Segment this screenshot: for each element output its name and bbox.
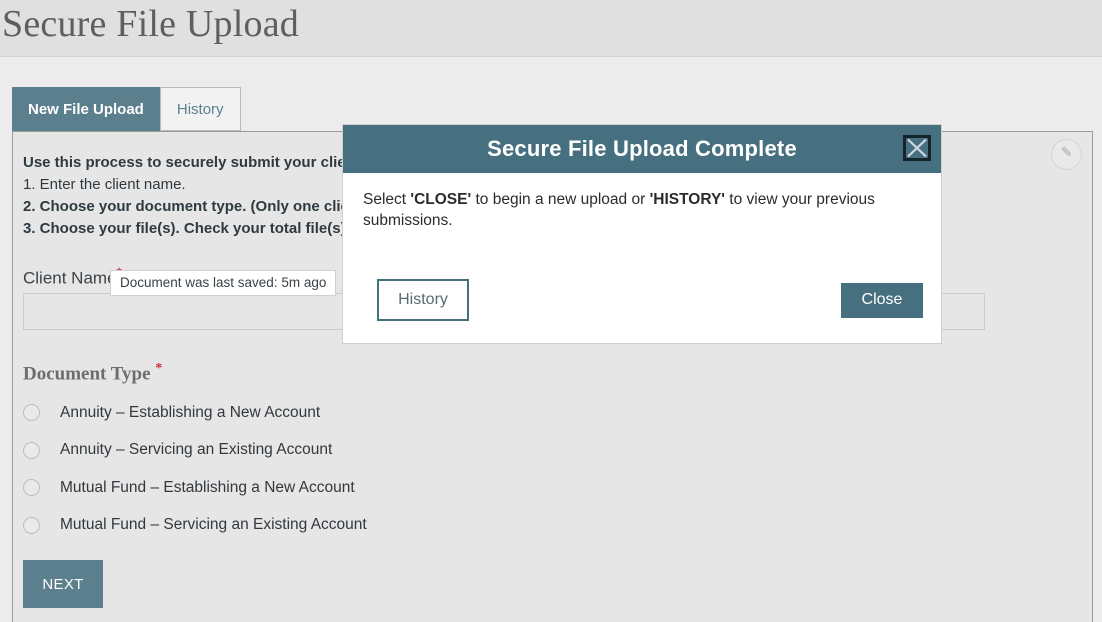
modal-history-button[interactable]: History: [377, 279, 469, 321]
edit-button[interactable]: [1051, 139, 1082, 170]
upload-complete-modal: Secure File Upload Complete Select 'CLOS…: [342, 124, 942, 344]
modal-body-emphasis-close: 'CLOSE': [410, 191, 472, 208]
modal-title: Secure File Upload Complete: [487, 136, 797, 161]
modal-close-button-label: Close: [861, 291, 903, 308]
radio-option-label: Mutual Fund – Servicing an Existing Acco…: [60, 516, 367, 534]
tab-new-file-upload-label: New File Upload: [28, 100, 144, 118]
radio-option-label: Mutual Fund – Establishing a New Account: [60, 478, 355, 496]
radio-icon[interactable]: [23, 404, 40, 422]
modal-header: Secure File Upload Complete: [343, 125, 941, 173]
pencil-icon: [1059, 144, 1075, 165]
last-saved-tooltip: Document was last saved: 5m ago: [110, 270, 337, 296]
document-type-radio-group: Annuity – Establishing a New Account Ann…: [23, 394, 367, 544]
next-button[interactable]: NEXT: [23, 560, 103, 608]
tab-bar: New File Upload History: [12, 87, 241, 131]
radio-icon[interactable]: [23, 479, 40, 497]
modal-body-lead: Select: [363, 191, 411, 208]
page-title: Secure File Upload: [2, 3, 299, 45]
radio-icon[interactable]: [23, 441, 40, 459]
modal-history-button-label: History: [398, 291, 448, 308]
tab-history-label: History: [176, 100, 224, 118]
close-icon[interactable]: [903, 134, 931, 162]
radio-option-mutual-fund-new[interactable]: Mutual Fund – Establishing a New Account: [23, 469, 367, 507]
document-type-label-text: Document Type: [23, 363, 151, 385]
client-name-label-text: Client Name: [23, 268, 117, 288]
modal-body-emphasis-history: 'HISTORY': [649, 191, 725, 208]
modal-body-middle: to begin a new upload or: [471, 191, 650, 208]
last-saved-tooltip-text: Document was last saved: 5m ago: [120, 275, 327, 290]
document-type-required-marker: *: [155, 361, 163, 376]
radio-option-annuity-servicing[interactable]: Annuity – Servicing an Existing Account: [23, 432, 367, 470]
radio-option-mutual-fund-servicing[interactable]: Mutual Fund – Servicing an Existing Acco…: [23, 507, 367, 545]
page-header: Secure File Upload: [0, 0, 1102, 57]
tab-new-file-upload[interactable]: New File Upload: [12, 87, 160, 131]
modal-footer: History Close: [343, 267, 941, 343]
radio-option-label: Annuity – Establishing a New Account: [60, 403, 321, 421]
modal-body: Select 'CLOSE' to begin a new upload or …: [343, 173, 941, 267]
modal-close-button[interactable]: Close: [841, 282, 923, 318]
tab-history[interactable]: History: [159, 87, 241, 131]
client-name-label: Client Name*: [23, 264, 122, 289]
radio-icon[interactable]: [23, 516, 40, 534]
instruction-step-1-text: 1. Enter the client name.: [23, 176, 186, 193]
document-type-label: Document Type *: [23, 361, 162, 385]
radio-option-annuity-new[interactable]: Annuity – Establishing a New Account: [23, 394, 367, 432]
next-button-label: NEXT: [42, 575, 84, 593]
radio-option-label: Annuity – Servicing an Existing Account: [60, 441, 333, 459]
